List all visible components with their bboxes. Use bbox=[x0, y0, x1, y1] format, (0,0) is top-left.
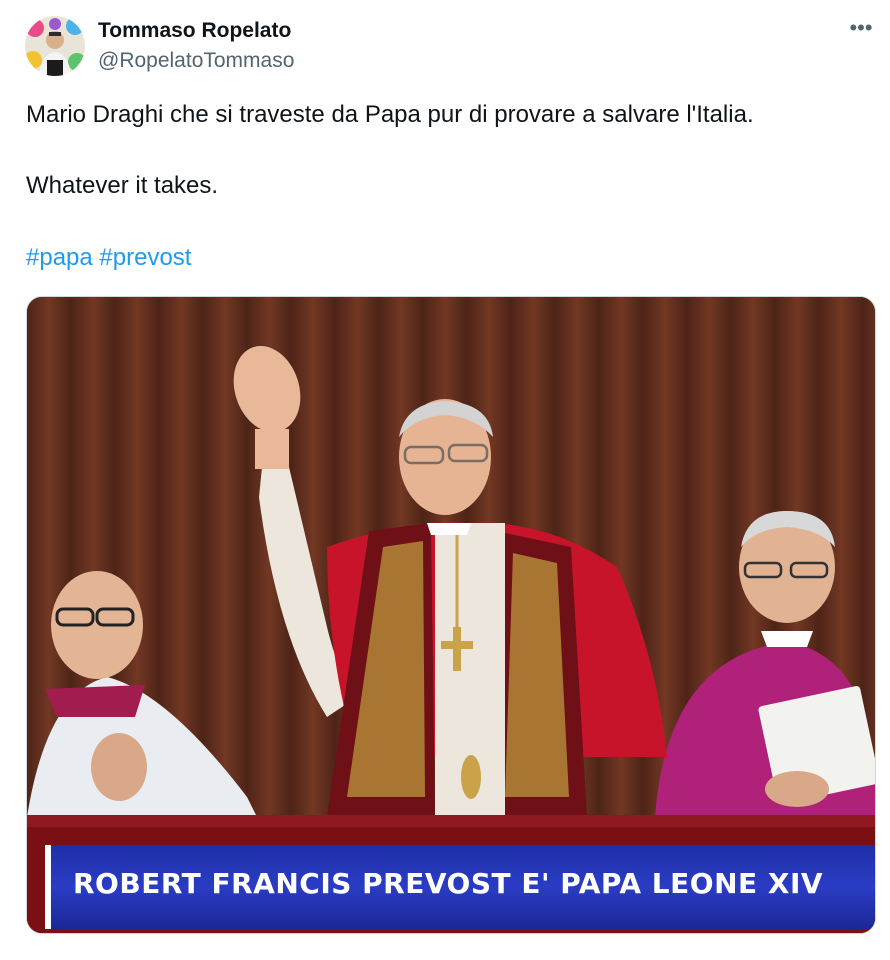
news-caption-banner: ROBERT FRANCIS PREVOST E' PAPA LEONE XIV bbox=[45, 845, 875, 929]
tweet-text-line-2: Whatever it takes. bbox=[26, 172, 219, 199]
hashtag-prevost[interactable]: #prevost bbox=[99, 244, 191, 271]
author-handle[interactable]: @RopelatoTommaso bbox=[98, 49, 294, 73]
more-options-icon[interactable]: ••• bbox=[846, 17, 876, 42]
tweet-photo[interactable]: ROBERT FRANCIS PREVOST E' PAPA LEONE XIV bbox=[26, 296, 876, 934]
hashtag-row: #papa #prevost bbox=[26, 244, 191, 272]
tweet: Tommaso Ropelato @RopelatoTommaso ••• Ma… bbox=[0, 0, 890, 960]
hashtag-papa[interactable]: #papa bbox=[26, 244, 93, 271]
photo-illustration bbox=[27, 297, 875, 933]
author-display-name[interactable]: Tommaso Ropelato bbox=[98, 19, 291, 43]
tweet-text-line-1: Mario Draghi che si traveste da Papa pur… bbox=[26, 101, 754, 128]
avatar[interactable] bbox=[25, 16, 85, 76]
news-caption-text: ROBERT FRANCIS PREVOST E' PAPA LEONE XIV bbox=[73, 867, 824, 900]
